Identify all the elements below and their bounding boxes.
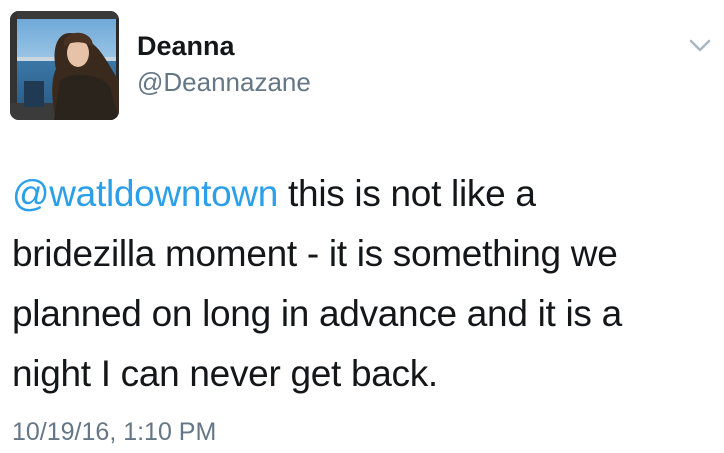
tweet-text-line2: bridezilla moment - it is something we xyxy=(12,233,618,274)
tweet-text-line1: this is not like a xyxy=(278,173,536,214)
tweet-card: Deanna @Deannazane @watldowntown this is… xyxy=(0,0,724,453)
mention-link[interactable]: @watldowntown xyxy=(12,173,278,214)
tweet-text: @watldowntown this is not like a bridezil… xyxy=(12,164,717,404)
avatar[interactable] xyxy=(10,11,119,120)
chevron-down-icon[interactable] xyxy=(687,36,713,56)
profile-photo-icon xyxy=(10,11,119,120)
display-name[interactable]: Deanna xyxy=(137,30,235,62)
tweet-text-line4: night I can never get back. xyxy=(12,353,438,394)
user-handle[interactable]: @Deannazane xyxy=(137,66,311,98)
timestamp[interactable]: 10/19/16, 1:10 PM xyxy=(12,416,216,448)
tweet-text-line3: planned on long in advance and it is a xyxy=(12,293,622,334)
